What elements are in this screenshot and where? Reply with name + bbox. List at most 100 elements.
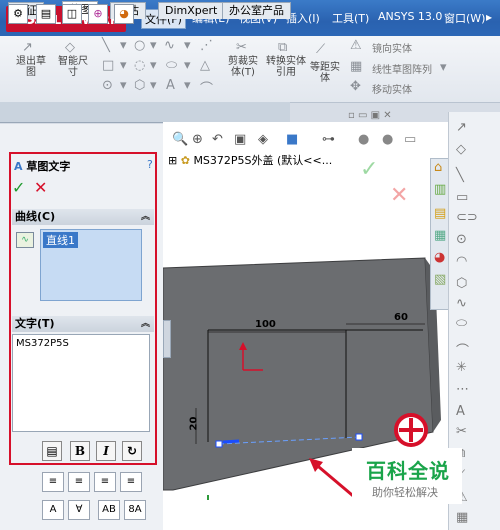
mirror-text-button[interactable]: AB <box>98 500 120 520</box>
curves-section-header[interactable]: 曲线(C) ︽ <box>12 209 154 225</box>
ellipse-icon[interactable]: ⬭ <box>166 58 177 73</box>
text-icon[interactable]: A <box>456 404 465 419</box>
dimension-20[interactable]: 20 <box>188 417 199 431</box>
bold-button[interactable]: B <box>70 441 90 461</box>
display-manager-icon[interactable]: ◕ <box>114 4 134 24</box>
line-icon[interactable]: ╲ <box>102 38 110 53</box>
slot-icon[interactable]: ⊙ <box>102 78 113 93</box>
custom-properties-icon[interactable]: ▧ <box>434 272 446 287</box>
offset-entities-button[interactable]: 等距实体 <box>308 62 342 84</box>
appearances-icon[interactable]: ◕ <box>434 250 445 265</box>
dropdown-arrow-icon[interactable]: ▾ <box>150 58 157 73</box>
triangle-icon[interactable]: △ <box>200 58 210 73</box>
tab-office-products[interactable]: 办公室产品 <box>222 2 291 19</box>
configuration-manager-icon[interactable]: ◫ <box>62 4 82 24</box>
align-right-button[interactable]: ≡ <box>94 472 116 492</box>
justify-button[interactable]: ≡ <box>120 472 142 492</box>
reverse-text-button[interactable]: 8A <box>124 500 146 520</box>
smart-dimension-button[interactable]: 智能尺寸 <box>55 56 91 78</box>
fillet-icon[interactable]: ⌒ <box>200 78 213 97</box>
curve-list-item[interactable]: 直线1 <box>43 232 78 248</box>
slot-icon[interactable]: ⊂⊃ <box>456 210 478 225</box>
menu-window[interactable]: 窗口(W) <box>444 10 485 26</box>
appearance-icon[interactable]: ● <box>358 132 369 147</box>
dropdown-arrow-icon[interactable]: ▾ <box>184 38 191 53</box>
trim-icon[interactable]: ✂ <box>456 424 467 439</box>
text-a-icon[interactable]: A <box>166 78 175 93</box>
italic-button[interactable]: I <box>96 441 116 461</box>
ellipse-icon[interactable]: ⬭ <box>456 316 467 331</box>
help-icon[interactable]: ? <box>147 158 153 171</box>
menu-insert[interactable]: 插入(I) <box>286 10 320 26</box>
window-controls[interactable]: ▫ ▭ ▣ ✕ <box>348 110 392 121</box>
grid-icon[interactable]: ⋰ <box>200 38 213 53</box>
dimxpert-manager-icon[interactable]: ⊕ <box>88 4 108 24</box>
file-explorer-icon[interactable]: ▤ <box>434 206 446 221</box>
exit-sketch-icon[interactable]: ↗ <box>456 120 467 135</box>
arc-icon[interactable]: ◠ <box>456 254 467 269</box>
dropdown-arrow-icon[interactable]: ▾ <box>120 78 127 93</box>
view-palette-icon[interactable]: ▦ <box>434 228 446 243</box>
spline-icon[interactable]: ∿ <box>456 296 467 311</box>
tab-dimxpert[interactable]: DimXpert <box>158 2 225 19</box>
zoom-to-fit-icon[interactable]: 🔍 <box>172 132 188 147</box>
view-settings-icon[interactable]: ▭ <box>404 132 416 147</box>
smart-dimension-icon[interactable]: ◇ <box>456 142 466 157</box>
centerline-icon[interactable]: ⋯ <box>456 382 469 397</box>
polygon-icon[interactable]: ⬡ <box>456 276 467 291</box>
circle-icon[interactable]: ⊙ <box>456 232 467 247</box>
cancel-x-icon[interactable]: ✕ <box>34 178 47 197</box>
hide-show-items-icon[interactable]: ⊶ <box>322 132 335 147</box>
zoom-area-icon[interactable]: ⊕ <box>192 132 203 147</box>
text-section-header[interactable]: 文字(T) ︽ <box>12 316 154 332</box>
rectangle-icon[interactable]: ▭ <box>456 190 468 205</box>
arc-icon[interactable]: ∿ <box>164 38 175 53</box>
fillet-icon[interactable]: ⌒ <box>456 340 469 359</box>
feature-tree-root[interactable]: ⊞ ✿ MS372P5S外盖 (默认<<... <box>168 152 332 168</box>
design-library-icon[interactable]: ▥ <box>434 182 446 197</box>
scene-icon[interactable]: ● <box>382 132 393 147</box>
flip-vertical-button[interactable]: A <box>42 500 64 520</box>
rectangle-icon[interactable]: □ <box>102 58 114 73</box>
menu-ansys[interactable]: ANSYS 13.0 <box>378 10 442 23</box>
dropdown-arrow-icon[interactable]: ▾ <box>440 60 447 75</box>
exit-sketch-button[interactable]: 退出草图 <box>14 56 48 78</box>
line-icon[interactable]: ╲ <box>456 168 464 183</box>
panel-splitter-handle[interactable] <box>163 320 171 358</box>
flip-upside-button[interactable]: ∀ <box>68 500 90 520</box>
rotate-button[interactable]: ↻ <box>122 441 142 461</box>
ok-check-icon[interactable]: ✓ <box>12 178 25 197</box>
property-manager-icon[interactable]: ▤ <box>36 4 56 24</box>
dashed-circle-icon[interactable]: ◌ <box>134 58 145 73</box>
mirror-entities-button[interactable]: 镜向实体 <box>372 40 412 55</box>
convert-entities-button[interactable]: 转换实体引用 <box>266 56 306 78</box>
point-icon[interactable]: ✳ <box>456 360 467 375</box>
section-view-icon[interactable]: ▣ <box>234 132 246 147</box>
view-orientation-icon[interactable]: ◈ <box>258 132 268 147</box>
resources-icon[interactable]: ⌂ <box>434 160 442 175</box>
linear-pattern-button[interactable]: 线性草图阵列 <box>372 61 432 76</box>
dropdown-arrow-icon[interactable]: ▾ <box>184 78 191 93</box>
dropdown-arrow-icon[interactable]: ▾ <box>184 58 191 73</box>
display-style-icon[interactable]: ■ <box>286 132 298 147</box>
align-center-button[interactable]: ≡ <box>68 472 90 492</box>
collapse-icon[interactable]: ︽ <box>141 209 150 225</box>
link-to-property-button[interactable]: ▤ <box>42 441 62 461</box>
dropdown-arrow-icon[interactable]: ▾ <box>150 38 157 53</box>
dimension-100[interactable]: 100 <box>255 319 276 330</box>
collapse-icon[interactable]: ︽ <box>141 316 150 332</box>
feature-manager-icon[interactable]: ⚙ <box>8 4 28 24</box>
polygon-icon[interactable]: ⬡ <box>134 78 145 93</box>
move-entities-button[interactable]: 移动实体 <box>372 81 412 96</box>
pattern-icon[interactable]: ▦ <box>456 510 468 525</box>
trim-entities-button[interactable]: 剪裁实体(T) <box>224 56 262 78</box>
dimension-60[interactable]: 60 <box>394 312 408 323</box>
menu-tools[interactable]: 工具(T) <box>332 10 369 26</box>
dropdown-arrow-icon[interactable]: ▾ <box>120 38 127 53</box>
align-left-button[interactable]: ≡ <box>42 472 64 492</box>
previous-view-icon[interactable]: ↶ <box>212 132 223 147</box>
menu-right-arrow-icon[interactable]: ▸ <box>486 10 492 24</box>
dropdown-arrow-icon[interactable]: ▾ <box>120 58 127 73</box>
confirm-corner-check-icon[interactable]: ✓ <box>360 157 378 182</box>
dropdown-arrow-icon[interactable]: ▾ <box>150 78 157 93</box>
